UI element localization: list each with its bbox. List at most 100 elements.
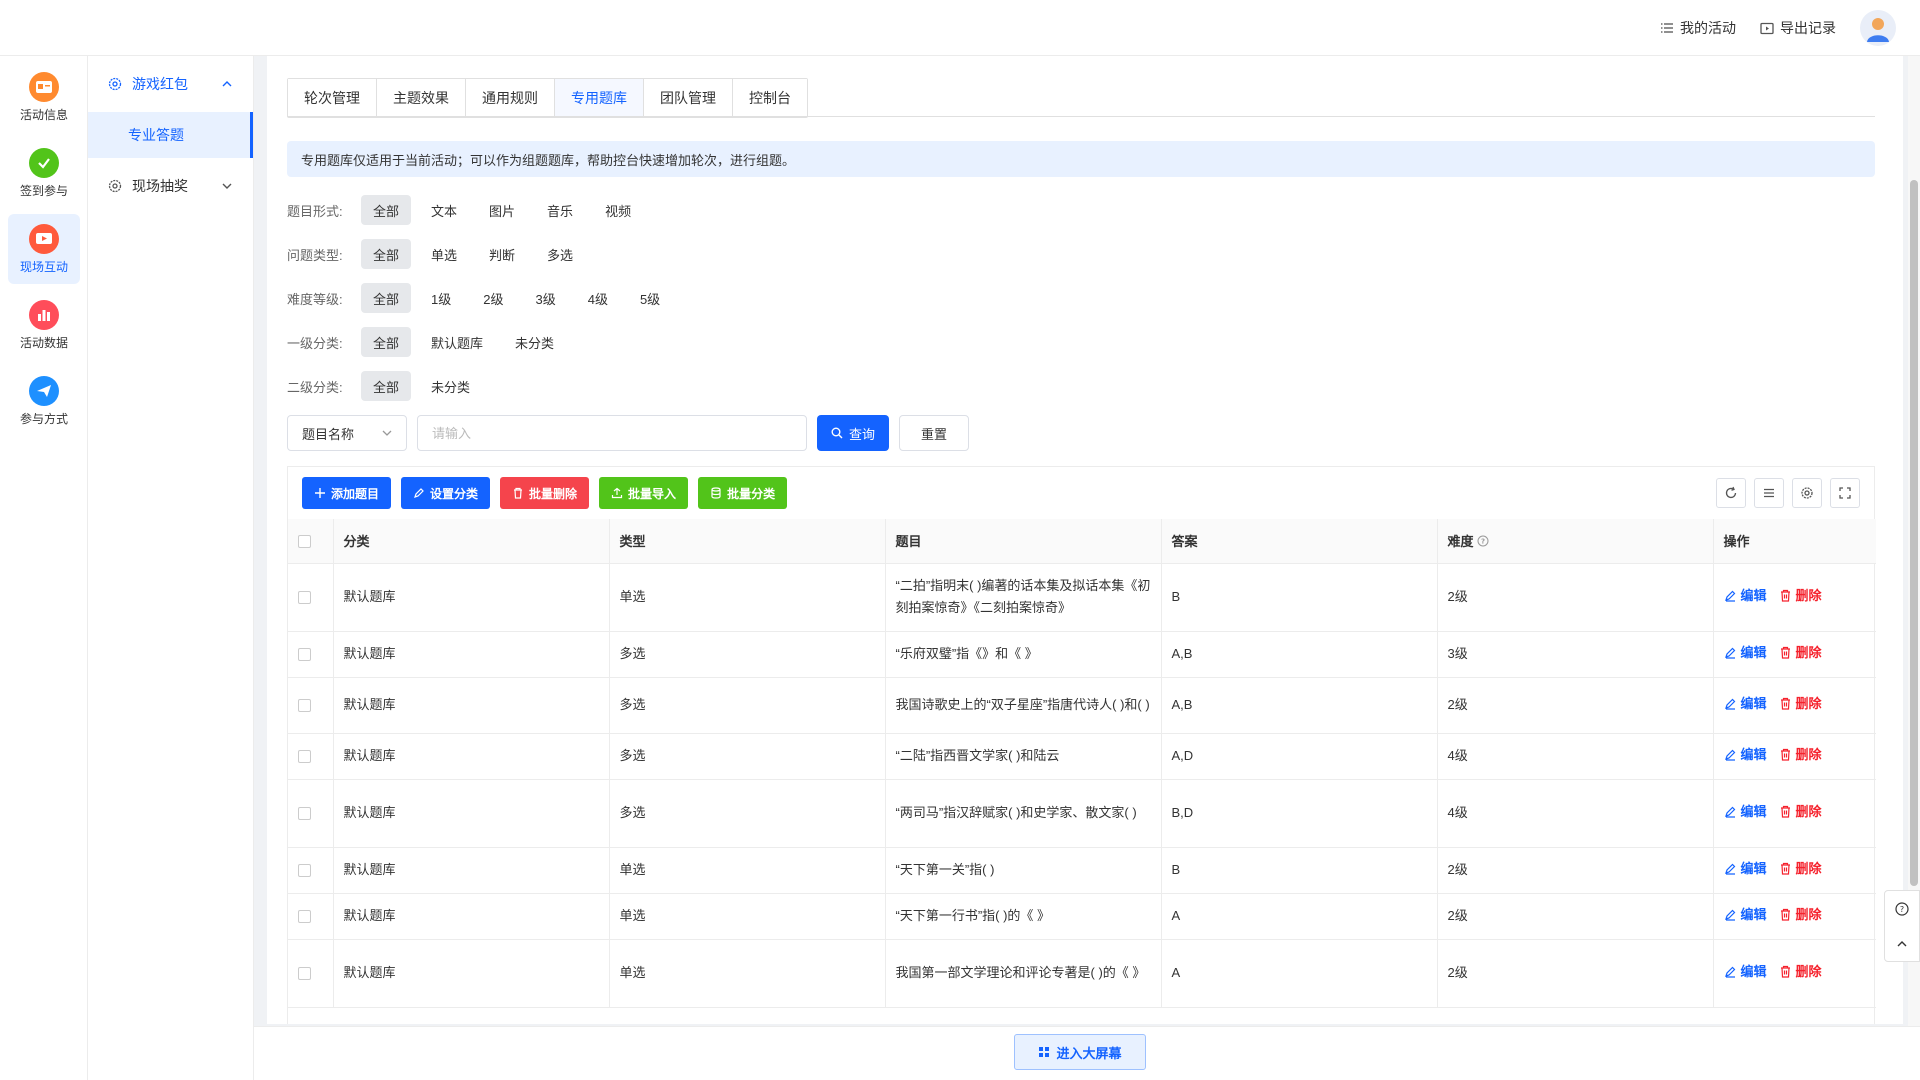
rail-item-participation[interactable]: 参与方式 [8, 366, 80, 436]
row-select-cell[interactable] [288, 563, 334, 632]
row-checkbox[interactable] [298, 750, 311, 764]
filter-option[interactable]: 1级 [419, 283, 463, 313]
row-checkbox[interactable] [298, 910, 311, 924]
enter-big-screen-button[interactable]: 进入大屏幕 [1014, 1034, 1146, 1070]
rail-item-live-interact[interactable]: 现场互动 [8, 214, 80, 284]
delete-button[interactable]: 删除 [1779, 693, 1822, 715]
submenu-group-game-redpacket[interactable]: 游戏红包 [88, 56, 253, 112]
submenu-item-pro-quiz[interactable]: 专业答题 [88, 112, 253, 158]
edit-button[interactable]: 编辑 [1724, 801, 1767, 823]
row-select-cell[interactable] [288, 893, 334, 940]
row-checkbox[interactable] [298, 864, 311, 878]
tab-team[interactable]: 团队管理 [644, 79, 733, 117]
row-select-cell[interactable] [288, 939, 334, 1008]
rail-item-activity-data[interactable]: 活动数据 [8, 290, 80, 360]
submenu-group-lottery[interactable]: 现场抽奖 [88, 158, 253, 214]
row-select-cell[interactable] [288, 733, 334, 780]
filter-option[interactable]: 全部 [361, 327, 412, 357]
tab-rounds[interactable]: 轮次管理 [288, 79, 377, 117]
row-select-cell[interactable] [288, 847, 334, 894]
batch-category-button[interactable]: 批量分类 [698, 477, 788, 509]
rail-item-checkin[interactable]: 签到参与 [8, 138, 80, 208]
plus-icon [315, 488, 325, 498]
filter-option[interactable]: 视频 [593, 195, 643, 225]
edit-button[interactable]: 编辑 [1724, 585, 1767, 607]
delete-button[interactable]: 删除 [1779, 585, 1822, 607]
trash-icon [1780, 698, 1790, 710]
chevron-up-icon[interactable] [1895, 937, 1909, 951]
filter-option[interactable]: 未分类 [419, 371, 482, 401]
row-select-cell[interactable] [288, 779, 334, 848]
search-input[interactable] [417, 415, 807, 451]
export-records-link[interactable]: 导出记录 [1760, 18, 1836, 38]
filter-option[interactable]: 图片 [477, 195, 527, 225]
delete-button[interactable]: 删除 [1779, 961, 1822, 983]
delete-button[interactable]: 删除 [1779, 642, 1822, 664]
batch-import-button[interactable]: 批量导入 [599, 477, 689, 509]
filter-option[interactable]: 未分类 [503, 327, 566, 357]
delete-button[interactable]: 删除 [1779, 858, 1822, 880]
tab-console[interactable]: 控制台 [733, 79, 807, 117]
table-row: 默认题库 单选 我国第一部文学理论和评论专著是( )的《 》 A 2级 编辑 删除 [288, 939, 1876, 1008]
row-select-cell[interactable] [288, 677, 334, 734]
refresh-button[interactable] [1716, 478, 1746, 508]
help-circle-icon[interactable]: ? [1477, 535, 1489, 547]
tab-rules[interactable]: 通用规则 [466, 79, 555, 117]
row-checkbox[interactable] [298, 591, 311, 605]
select-all-cell[interactable] [288, 519, 334, 564]
submenu-group-label: 现场抽奖 [132, 178, 188, 194]
tab-question-bank[interactable]: 专用题库 [555, 79, 644, 117]
batch-delete-button[interactable]: 批量删除 [500, 477, 590, 509]
edit-button[interactable]: 编辑 [1724, 858, 1767, 880]
filter-option[interactable]: 3级 [523, 283, 567, 313]
rail-item-activity-info[interactable]: 活动信息 [8, 62, 80, 132]
select-all-checkbox[interactable] [298, 535, 311, 549]
page-scrollbar-thumb[interactable] [1910, 180, 1918, 886]
column-settings-button[interactable] [1792, 478, 1822, 508]
filter-option[interactable]: 判断 [477, 239, 527, 269]
row-checkbox[interactable] [298, 967, 311, 981]
delete-button[interactable]: 删除 [1779, 801, 1822, 823]
filter-option[interactable]: 多选 [535, 239, 585, 269]
search-row: 题目名称 查询 重置 [287, 415, 970, 451]
row-checkbox[interactable] [298, 648, 311, 662]
query-button[interactable]: 查询 [817, 415, 890, 451]
filter-option[interactable]: 2级 [471, 283, 515, 313]
reset-button[interactable]: 重置 [899, 415, 970, 451]
filter-option[interactable]: 全部 [361, 371, 412, 401]
delete-button[interactable]: 删除 [1779, 904, 1822, 926]
fullscreen-button[interactable] [1830, 478, 1860, 508]
filter-option[interactable]: 5级 [628, 283, 672, 313]
edit-button[interactable]: 编辑 [1724, 961, 1767, 983]
filter-label: 一级分类: [287, 335, 343, 351]
help-circle-icon[interactable]: ? [1895, 901, 1909, 916]
filter-option[interactable]: 文本 [419, 195, 469, 225]
density-button[interactable] [1754, 478, 1784, 508]
filter-option[interactable]: 默认题库 [419, 327, 495, 357]
my-activity-link[interactable]: 我的活动 [1660, 18, 1736, 38]
user-avatar[interactable] [1860, 9, 1896, 46]
filter-option[interactable]: 全部 [361, 283, 412, 313]
row-select-cell[interactable] [288, 631, 334, 678]
delete-button[interactable]: 删除 [1779, 744, 1822, 766]
add-question-button[interactable]: 添加题目 [302, 477, 392, 509]
edit-button[interactable]: 编辑 [1724, 693, 1767, 715]
filter-option[interactable]: 全部 [361, 239, 412, 269]
table-row: 默认题库 单选 “天下第一关”指( ) B 2级 编辑 删除 [288, 847, 1876, 894]
cell-type: 单选 [609, 939, 886, 1008]
edit-button[interactable]: 编辑 [1724, 642, 1767, 664]
filter-option[interactable]: 单选 [419, 239, 469, 269]
filter-option[interactable]: 音乐 [535, 195, 585, 225]
tab-theme[interactable]: 主题效果 [377, 79, 466, 117]
row-checkbox[interactable] [298, 807, 311, 821]
search-field-select[interactable]: 题目名称 [287, 415, 407, 451]
row-checkbox[interactable] [298, 699, 311, 713]
edit-button[interactable]: 编辑 [1724, 904, 1767, 926]
rail-label: 签到参与 [19, 183, 68, 198]
cell-answer: B [1161, 847, 1438, 894]
cell-question: “两司马”指汉辞赋家( )和史学家、散文家( ) [885, 779, 1162, 848]
set-category-button[interactable]: 设置分类 [401, 477, 491, 509]
filter-option[interactable]: 4级 [576, 283, 620, 313]
edit-button[interactable]: 编辑 [1724, 744, 1767, 766]
filter-option[interactable]: 全部 [361, 195, 412, 225]
